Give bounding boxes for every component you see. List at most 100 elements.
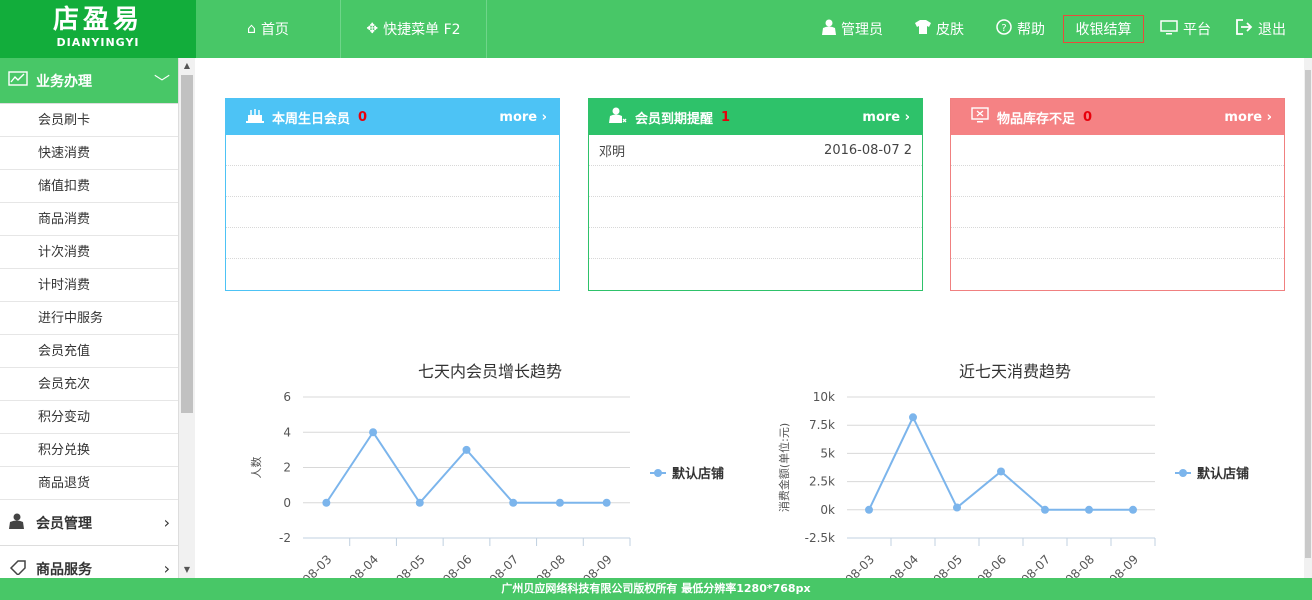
list-item — [589, 228, 922, 259]
logout-icon — [1236, 19, 1253, 39]
y-tick-label: 7.5k — [809, 418, 835, 432]
nav-admin[interactable]: 管理员 — [822, 0, 883, 58]
panel-expire-more-link[interactable]: more › — [862, 110, 910, 125]
sidebar-item[interactable]: 积分变动 — [0, 401, 178, 434]
nav-platform[interactable]: 平台 — [1160, 0, 1211, 58]
data-point — [322, 498, 331, 507]
panel-birthday-count: 0 — [358, 109, 368, 125]
panel-stock-more-link[interactable]: more › — [1224, 110, 1272, 125]
x-tick-label: 08-08 — [1063, 552, 1098, 580]
sidebar-item[interactable]: 计次消费 — [0, 236, 178, 269]
legend-label: 默认店铺 — [672, 466, 724, 482]
legend-label: 默认店铺 — [1197, 466, 1249, 482]
chart-icon — [8, 70, 28, 91]
help-icon: ? — [996, 19, 1012, 39]
list-item — [951, 228, 1284, 259]
cashier-label: 收银结算 — [1075, 22, 1132, 38]
y-tick-label: 4 — [283, 425, 291, 439]
sidebar-item[interactable]: 储值扣费 — [0, 170, 178, 203]
sidebar-item[interactable]: 会员充次 — [0, 368, 178, 401]
chevron-down-icon: ﹀ — [153, 72, 170, 92]
sidebar-item[interactable]: 商品消费 — [0, 203, 178, 236]
sidebar-item[interactable]: 商品退货 — [0, 467, 178, 500]
panel-birthday: 本周生日会员 0 more › — [225, 98, 560, 291]
data-point — [865, 505, 873, 514]
list-item — [226, 135, 559, 166]
nav-skin-label: 皮肤 — [936, 22, 964, 38]
legend-marker — [654, 469, 662, 477]
panel-expire: 会员到期提醒 1 more › 邓明 2016-08-07 2 — [588, 98, 923, 291]
data-point — [1041, 505, 1049, 514]
nav-platform-label: 平台 — [1183, 22, 1211, 38]
panel-expire-count: 1 — [721, 109, 731, 125]
sidebar-item[interactable]: 进行中服务 — [0, 302, 178, 335]
y-tick-label: 2 — [283, 461, 291, 475]
nav-help[interactable]: ? 帮助 — [996, 0, 1045, 58]
nav-home[interactable]: ⌂ 首页 — [196, 0, 341, 58]
panel-stock: 物品库存不足 0 more › — [950, 98, 1285, 291]
footer: 广州贝应网络科技有限公司版权所有 最低分辨率1280*768px — [0, 578, 1312, 600]
sidebar-item[interactable]: 计时消费 — [0, 269, 178, 302]
y-tick-label: 10k — [813, 390, 835, 404]
sidebar-item[interactable]: 会员充值 — [0, 335, 178, 368]
consumption-trend-chart: 10k 7.5k 5k 2.5k 0k -2.5k 08-03 08-04 08-05 08-06… — [777, 390, 1249, 580]
panel-stock-title: 物品库存不足 — [997, 111, 1076, 127]
main-scrollbar[interactable] — [1304, 58, 1312, 578]
main-scroll-thumb[interactable] — [1305, 70, 1311, 558]
y-axis-label: 消费金额(单位:元) — [777, 423, 791, 512]
monitor-x-icon — [971, 107, 989, 127]
list-item — [226, 197, 559, 228]
x-tick-label: 08-08 — [533, 552, 568, 580]
data-point — [509, 498, 518, 507]
nav-home-label: 首页 — [260, 22, 289, 38]
tshirt-icon — [915, 20, 931, 38]
nav-logout[interactable]: 退出 — [1236, 0, 1286, 58]
member-icon — [8, 513, 28, 533]
data-point — [415, 498, 424, 507]
list-item — [951, 197, 1284, 228]
member-expire-date: 2016-08-07 2 — [824, 142, 912, 158]
cashier-button[interactable]: 收银结算 — [1063, 15, 1144, 43]
nav-skin[interactable]: 皮肤 — [915, 0, 964, 58]
sidebar-item[interactable]: 会员刷卡 — [0, 104, 178, 137]
sidebar-item[interactable]: 积分兑换 — [0, 434, 178, 467]
scroll-up-icon[interactable]: ▲ — [179, 59, 195, 73]
data-point — [555, 498, 564, 507]
nav-quick-menu[interactable]: ✥ 快捷菜单 F2 — [341, 0, 487, 58]
list-item — [226, 228, 559, 259]
nav-help-label: 帮助 — [1017, 22, 1045, 38]
x-tick-label: 08-06 — [975, 552, 1010, 580]
data-point — [997, 467, 1005, 476]
sidebar-section-goods-label: 商品服务 — [36, 561, 92, 578]
x-tick-label: 08-03 — [843, 552, 878, 580]
x-tick-label: 08-09 — [1107, 552, 1142, 580]
sidebar-section-goods[interactable]: 商品服务 › — [0, 546, 178, 578]
x-tick-label: 08-07 — [487, 552, 522, 580]
list-item — [589, 197, 922, 228]
sidebar-section-business-label: 业务办理 — [36, 73, 92, 90]
y-tick-label: 0 — [283, 496, 291, 510]
logo[interactable]: 店盈易 DIANYINGYI — [0, 0, 196, 58]
list-item — [951, 135, 1284, 166]
panel-birthday-more-link[interactable]: more › — [499, 110, 547, 125]
nav-admin-label: 管理员 — [841, 22, 883, 38]
y-tick-label: -2.5k — [805, 531, 835, 545]
data-point — [1085, 505, 1093, 514]
panel-birthday-header: 本周生日会员 0 more › — [226, 99, 559, 135]
sidebar-item[interactable]: 快速消费 — [0, 137, 178, 170]
top-header: 店盈易 DIANYINGYI ⌂ 首页 ✥ 快捷菜单 F2 管理员 皮肤 ? 帮… — [0, 0, 1312, 58]
nav-quick-label: 快捷菜单 F2 — [383, 22, 461, 38]
sidebar-scroll-thumb[interactable] — [181, 75, 193, 413]
list-item[interactable]: 邓明 2016-08-07 2 — [589, 135, 922, 166]
sidebar-section-business[interactable]: 业务办理 ﹀ — [0, 58, 178, 104]
data-point — [1129, 505, 1137, 514]
legend-marker — [1179, 469, 1187, 477]
scroll-down-icon[interactable]: ▼ — [179, 563, 195, 577]
x-tick-label: 08-09 — [580, 552, 615, 580]
sidebar-scrollbar[interactable]: ▲ ▼ — [178, 58, 195, 578]
y-axis-label: 人数 — [250, 457, 263, 479]
tag-icon — [8, 559, 28, 579]
x-tick-label: 08-04 — [347, 552, 382, 580]
data-point — [602, 498, 611, 507]
sidebar-section-member[interactable]: 会员管理 › — [0, 500, 178, 546]
